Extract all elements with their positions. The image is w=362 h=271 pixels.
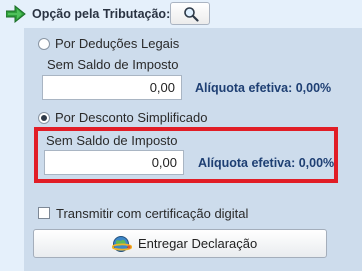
search-button[interactable] [170,2,210,25]
deducoes-balance-label: Sem Saldo de Imposto [47,57,179,72]
deducoes-rate-text: Alíquota efetiva: 0,00% [195,81,332,95]
option-deducoes-label: Por Deduções Legais [55,36,180,51]
certificate-label: Transmitir com certificação digital [56,206,249,221]
globe-send-icon [111,235,133,256]
desconto-rate-text: Alíquota efetiva: 0,00% [198,156,335,170]
green-arrow-icon [5,4,26,24]
desconto-balance-label: Sem Saldo de Imposto [46,133,178,148]
radio-desconto-simplificado[interactable] [38,112,50,124]
tax-option-header: Opção pela Tributação: [0,0,362,27]
desconto-value-field[interactable]: 0,00 [44,150,184,175]
submit-label: Entregar Declaração [138,236,258,251]
radio-deducoes-legais[interactable] [38,38,50,50]
tax-option-title: Opção pela Tributação: [32,7,171,21]
magnifier-icon [184,7,199,22]
certificate-checkbox[interactable] [38,207,50,219]
option-desconto-label: Por Desconto Simplificado [55,110,208,125]
submit-declaration-button[interactable]: Entregar Declaração [33,229,327,258]
deducoes-value-field[interactable]: 0,00 [42,75,182,100]
